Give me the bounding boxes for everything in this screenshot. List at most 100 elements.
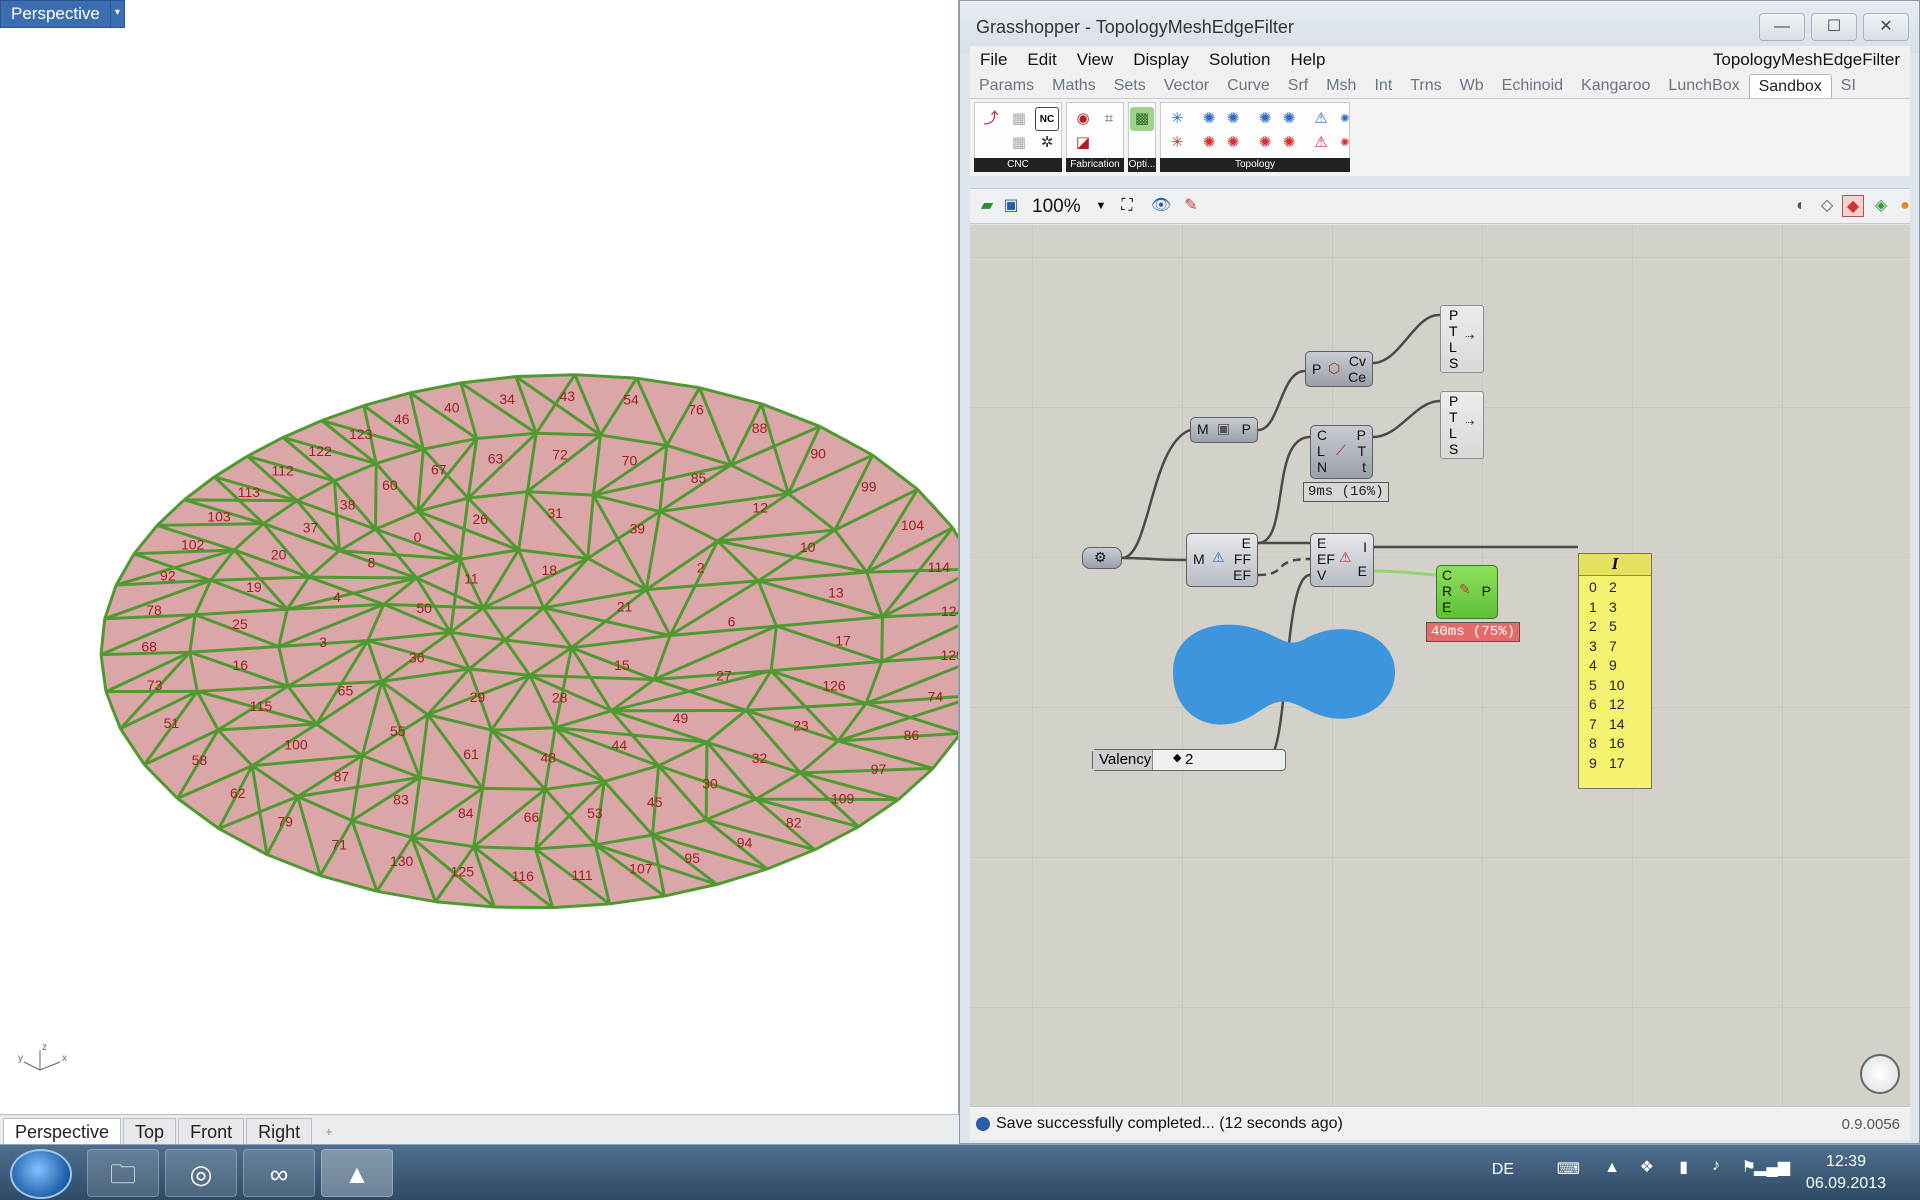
flatten-icon[interactable]: ◪ <box>1071 131 1095 155</box>
tab-int[interactable]: Int <box>1365 74 1401 98</box>
topology-pfilter2-icon[interactable]: ✺ <box>1221 131 1245 155</box>
tab-trns[interactable]: Trns <box>1401 74 1450 98</box>
viewport-title[interactable]: Perspective <box>0 0 111 28</box>
material-icon[interactable]: ● <box>1894 195 1916 217</box>
tab-top[interactable]: Top <box>123 1118 177 1144</box>
tab-msh[interactable]: Msh <box>1317 74 1365 98</box>
gear-icon[interactable]: ✲ <box>1035 131 1059 155</box>
add-viewport-button[interactable]: + <box>314 1118 344 1144</box>
port-m[interactable]: M <box>1197 421 1209 437</box>
preview-wire-icon[interactable]: ◇ <box>1816 195 1838 217</box>
start-button[interactable] <box>10 1149 72 1199</box>
topology-point-icon[interactable]: ✳ <box>1165 107 1189 131</box>
preview-shaded-icon[interactable]: ◐ <box>1790 195 1812 217</box>
port-t[interactable]: T <box>1449 409 1458 425</box>
port-e[interactable]: E <box>1317 535 1326 551</box>
index-panel[interactable]: I 0 2 1 3 2 5 3 7 4 9 5 10 6 12 7 14 8 16 9 17 <box>1578 553 1652 789</box>
infinity-icon[interactable]: ∞ <box>243 1149 315 1197</box>
port-p[interactable]: P <box>1482 583 1491 599</box>
tab-sandbox[interactable]: Sandbox <box>1748 74 1832 98</box>
menu-solution[interactable]: Solution <box>1199 50 1280 70</box>
port-l[interactable]: L <box>1449 339 1457 355</box>
canvas-radial-icon[interactable] <box>1860 1054 1900 1094</box>
clock[interactable]: 12:39 06.09.2013 <box>1806 1151 1886 1195</box>
topology-mesh-icon[interactable]: ⚠ <box>1309 107 1333 131</box>
nc-icon[interactable]: NC <box>1035 107 1059 131</box>
port-ef[interactable]: EF <box>1233 567 1251 583</box>
eye-fab-icon[interactable]: ◉ <box>1071 107 1095 131</box>
tab-wb[interactable]: Wb <box>1451 74 1493 98</box>
tab-lunchbox[interactable]: LunchBox <box>1659 74 1748 98</box>
port-ce[interactable]: Ce <box>1348 369 1366 385</box>
port-p[interactable]: P <box>1357 427 1366 443</box>
topology-bfilter2-icon[interactable]: ✺ <box>1277 131 1301 155</box>
port-m[interactable]: M <box>1193 551 1205 567</box>
toolpath-icon[interactable]: ⤴ <box>979 107 1003 131</box>
tab-echinoid[interactable]: Echinoid <box>1493 74 1572 98</box>
mesh-edges-component[interactable]: M ⚠ E FF EF <box>1186 533 1258 587</box>
volume-icon[interactable]: ♪ <box>1712 1157 1720 1175</box>
port-v[interactable]: V <box>1317 567 1326 583</box>
chevron-down-icon[interactable]: ▼ <box>1090 195 1112 217</box>
port-t[interactable]: T <box>1449 323 1458 339</box>
show-hidden-icon[interactable]: ▲ <box>1604 1159 1620 1177</box>
tab-si[interactable]: SI <box>1832 74 1865 98</box>
evaluate-curve-component[interactable]: C L N ⟋ P T t <box>1310 425 1373 479</box>
port-cv[interactable]: Cv <box>1349 353 1366 369</box>
save-icon[interactable]: ▣ <box>1000 195 1022 217</box>
network-icon[interactable]: ▂▄▆ <box>1754 1157 1790 1177</box>
dropbox-icon[interactable]: ❖ <box>1640 1157 1654 1177</box>
custom-preview-component[interactable]: C R E ✎ P <box>1436 565 1498 619</box>
topology-polyline-icon[interactable]: ✺ <box>1197 107 1221 131</box>
port-p[interactable]: P <box>1449 307 1458 323</box>
topology-pfilter-icon[interactable]: ✺ <box>1197 131 1221 155</box>
tab-srf[interactable]: Srf <box>1279 74 1317 98</box>
keyboard-icon[interactable]: ⌨ <box>1557 1159 1580 1179</box>
eye-icon[interactable]: 👁 <box>1150 195 1172 217</box>
parameter-panel-2[interactable]: P T L S ⇢ <box>1440 391 1484 459</box>
battery-icon[interactable]: ▮ <box>1679 1157 1688 1177</box>
edge-filter-component[interactable]: E EF V ⚠ I E <box>1310 533 1374 587</box>
tab-perspective[interactable]: Perspective <box>3 1118 122 1144</box>
port-e[interactable]: E <box>1442 599 1451 615</box>
port-s[interactable]: S <box>1449 441 1458 457</box>
tab-params[interactable]: Params <box>970 74 1043 98</box>
preview-selected-icon[interactable]: ◆ <box>1842 195 1864 217</box>
chrome-icon[interactable]: ◎ <box>165 1149 237 1197</box>
unroll-icon[interactable]: ⌗ <box>1097 107 1121 131</box>
tab-vector[interactable]: Vector <box>1155 74 1218 98</box>
menu-display[interactable]: Display <box>1123 50 1199 70</box>
optimize-icon[interactable]: ▩ <box>1130 107 1154 131</box>
open-file-icon[interactable]: ▰ <box>976 195 998 217</box>
checker2-icon[interactable]: ▦ <box>1007 131 1031 155</box>
port-n[interactable]: N <box>1317 459 1327 475</box>
port-p[interactable]: P <box>1449 393 1458 409</box>
port-r[interactable]: R <box>1442 583 1452 599</box>
folder-icon[interactable]: 🗀 <box>87 1149 159 1197</box>
topology-filter-icon[interactable]: ✳ <box>1165 131 1189 155</box>
language-indicator[interactable]: DE <box>1492 1161 1514 1179</box>
topology-brep-icon[interactable]: ✺ <box>1253 107 1277 131</box>
topology-polyline2-icon[interactable]: ✺ <box>1221 107 1245 131</box>
port-s[interactable]: S <box>1449 355 1458 371</box>
rhino-icon[interactable]: ▲ <box>321 1149 393 1197</box>
port-i[interactable]: I <box>1363 539 1367 555</box>
sketch-icon[interactable]: ✎ <box>1180 195 1202 217</box>
valency-slider[interactable]: Valency ◆ 2 <box>1092 749 1286 771</box>
zoom-extents-icon[interactable]: ⛶ <box>1116 195 1138 217</box>
viewport-title-bar[interactable]: Perspective ▾ <box>0 0 125 28</box>
chevron-down-icon[interactable]: ▾ <box>110 0 125 28</box>
port-c[interactable]: C <box>1442 567 1452 583</box>
port-l[interactable]: L <box>1317 443 1325 459</box>
bake-icon[interactable]: ◈ <box>1870 195 1892 217</box>
port-ff[interactable]: FF <box>1234 551 1251 567</box>
topology-bfilter-icon[interactable]: ✺ <box>1253 131 1277 155</box>
topology-mfilter-icon[interactable]: ⚠ <box>1309 131 1333 155</box>
port-ef[interactable]: EF <box>1317 551 1335 567</box>
close-button[interactable]: ✕ <box>1863 13 1909 41</box>
parameter-panel-1[interactable]: P T L S ⇢ <box>1440 305 1484 373</box>
menu-edit[interactable]: Edit <box>1017 50 1066 70</box>
mesh-polyline-component[interactable]: M ▣ P <box>1190 417 1258 443</box>
port-l[interactable]: L <box>1449 425 1457 441</box>
tab-maths[interactable]: Maths <box>1043 74 1105 98</box>
